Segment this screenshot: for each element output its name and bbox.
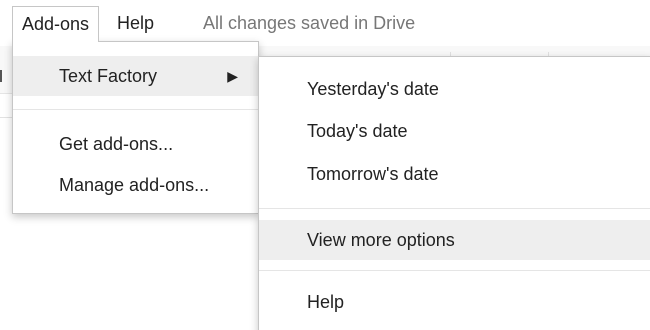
menu-item-yesterdays-date[interactable]: Yesterday's date — [259, 69, 650, 109]
menu-item-label: Manage add-ons... — [59, 175, 210, 195]
menu-item-label: Text Factory — [59, 66, 158, 86]
menu-item-todays-date[interactable]: Today's date — [259, 111, 650, 151]
toolbar-edge-icon — [0, 70, 4, 82]
menu-item-manage-addons[interactable]: Manage add-ons... — [13, 165, 258, 205]
save-status-text: All changes saved in Drive — [203, 13, 416, 33]
menu-help[interactable]: Help — [108, 6, 163, 42]
menu-item-text-factory[interactable]: Text Factory ▶ — [13, 56, 258, 96]
menu-item-label: Yesterday's date — [307, 79, 439, 99]
menu-item-get-addons[interactable]: Get add-ons... — [13, 124, 258, 164]
menu-bar: Add-ons Help All changes saved in Drive — [0, 0, 650, 46]
menu-item-label: Tomorrow's date — [307, 164, 439, 184]
menu-item-tomorrows-date[interactable]: Tomorrow's date — [259, 154, 650, 194]
menu-separator — [259, 270, 650, 271]
menu-addons[interactable]: Add-ons — [12, 6, 100, 42]
menu-item-label: Help — [307, 292, 345, 312]
menu-item-view-more-options[interactable]: View more options — [259, 220, 650, 260]
docs-window: Add-ons Help All changes saved in Drive … — [0, 0, 650, 330]
menu-item-label: Today's date — [307, 121, 408, 141]
menu-separator — [259, 208, 650, 209]
menu-item-label: Get add-ons... — [59, 134, 174, 154]
text-factory-submenu: Yesterday's date Today's date Tomorrow's… — [258, 56, 650, 330]
menu-separator — [13, 109, 258, 110]
menu-item-label: View more options — [307, 230, 455, 250]
menu-item-help[interactable]: Help — [259, 282, 650, 322]
submenu-arrow-icon: ▶ — [227, 68, 238, 84]
addons-dropdown: Text Factory ▶ Get add-ons... Manage add… — [12, 41, 259, 214]
